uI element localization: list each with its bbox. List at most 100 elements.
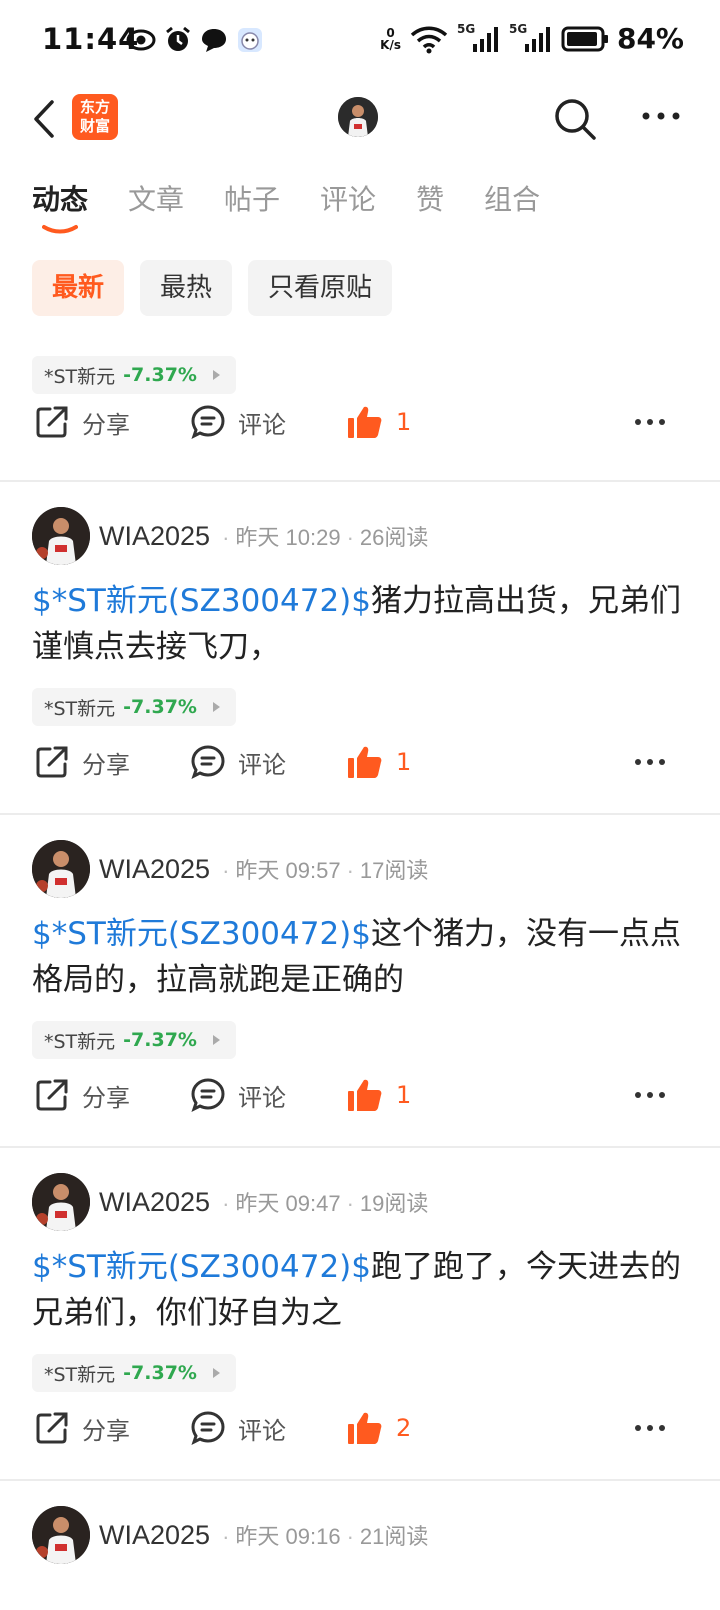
avatar[interactable] <box>32 1506 90 1564</box>
post-card[interactable]: WIA2025 · 昨天 09:16 · 21阅读 <box>0 1481 720 1610</box>
like-button[interactable]: 1 <box>346 1077 411 1113</box>
expand-arrow-icon <box>212 702 220 712</box>
app-notification-icon <box>238 28 262 52</box>
status-system-icons: 0 K/s 5G 5G 84% <box>380 22 684 56</box>
filter-original-only[interactable]: 只看原贴 <box>248 260 393 316</box>
post-more-button[interactable] <box>632 744 668 780</box>
stock-change: -7.37% <box>123 1029 197 1051</box>
like-count: 1 <box>396 1081 412 1109</box>
avatar[interactable] <box>32 1173 90 1231</box>
share-icon <box>36 406 68 438</box>
read-count: 17阅读 <box>359 858 429 883</box>
share-button[interactable]: 分享 <box>34 404 130 440</box>
post-header: WIA2025 · 昨天 09:57 · 17阅读 <box>32 839 428 899</box>
share-button[interactable]: 分享 <box>34 1077 130 1113</box>
network-speed-value: 0 <box>386 25 395 40</box>
read-count: 21阅读 <box>359 1524 429 1549</box>
post-card[interactable]: WIA2025 · 昨天 10:29 · 26阅读 $*ST新元(SZ300472)$… <box>0 482 720 815</box>
back-button[interactable] <box>28 96 64 142</box>
share-label: 分享 <box>82 410 130 439</box>
post-card[interactable]: WIA2025 · 昨天 09:47 · 19阅读 $*ST新元(SZ300472)$… <box>0 1148 720 1481</box>
like-count: 1 <box>396 748 412 776</box>
user-avatar-icon <box>32 840 90 898</box>
username[interactable]: WIA2025 <box>99 854 210 885</box>
more-dots-icon <box>635 1092 665 1098</box>
comment-label: 评论 <box>238 1083 286 1112</box>
more-dots-icon <box>635 759 665 765</box>
read-count: 19阅读 <box>359 1191 429 1216</box>
more-options-button[interactable] <box>640 100 684 140</box>
comment-label: 评论 <box>238 750 286 779</box>
tab-posts[interactable]: 帖子 <box>224 178 280 218</box>
battery-percent: 84% <box>616 22 684 55</box>
top-nav-bar: 东方 财富 <box>0 84 720 164</box>
comment-button[interactable]: 评论 <box>190 404 286 440</box>
comment-icon <box>191 405 225 439</box>
username[interactable]: WIA2025 <box>99 521 210 552</box>
post-body[interactable]: $*ST新元(SZ300472)$猪力拉高出货，兄弟们谨慎点去接飞刀， <box>32 578 688 670</box>
share-button[interactable]: 分享 <box>34 1410 130 1446</box>
thumbs-up-icon <box>348 1079 382 1111</box>
tab-portfolio[interactable]: 组合 <box>484 178 540 218</box>
tab-dynamics[interactable]: 动态 <box>32 178 88 234</box>
comment-icon <box>191 1411 225 1445</box>
share-label: 分享 <box>82 750 130 779</box>
share-label: 分享 <box>82 1416 130 1445</box>
stock-link[interactable]: $*ST新元(SZ300472)$ <box>32 1249 371 1285</box>
post-body[interactable]: $*ST新元(SZ300472)$跑了跑了，今天进去的兄弟们，你们好自为之 <box>32 1244 688 1336</box>
stock-name: *ST新元 <box>44 1030 116 1053</box>
expand-arrow-icon <box>212 1368 220 1378</box>
search-button[interactable] <box>552 96 598 142</box>
back-arrow-icon <box>34 100 54 138</box>
comment-button[interactable]: 评论 <box>190 1410 286 1446</box>
like-button[interactable]: 1 <box>346 404 411 440</box>
profile-avatar[interactable] <box>338 97 378 137</box>
stock-change: -7.37% <box>123 696 197 718</box>
active-tab-indicator <box>42 225 78 234</box>
stock-tag[interactable]: *ST新元 -7.37% <box>32 356 236 394</box>
comment-button[interactable]: 评论 <box>190 744 286 780</box>
stock-name: *ST新元 <box>44 365 116 388</box>
post-more-button[interactable] <box>632 1410 668 1446</box>
chat-bubble-icon <box>202 29 226 52</box>
stock-change: -7.37% <box>123 1362 197 1384</box>
like-button[interactable]: 2 <box>346 1410 411 1446</box>
avatar[interactable] <box>32 507 90 565</box>
username[interactable]: WIA2025 <box>99 1520 210 1551</box>
tab-articles[interactable]: 文章 <box>128 178 184 218</box>
filter-hottest[interactable]: 最热 <box>140 260 233 316</box>
post-actions: 分享 评论 1 <box>0 404 720 454</box>
stock-link[interactable]: $*ST新元(SZ300472)$ <box>32 916 371 952</box>
battery-icon <box>561 26 608 51</box>
post-card[interactable]: *ST新元 -7.37% 分享 评论 1 <box>0 322 720 482</box>
stock-tag[interactable]: *ST新元 -7.37% <box>32 688 236 726</box>
avatar[interactable] <box>32 840 90 898</box>
share-button[interactable]: 分享 <box>34 744 130 780</box>
share-icon <box>36 746 68 778</box>
stock-tag[interactable]: *ST新元 -7.37% <box>32 1354 236 1392</box>
tab-likes[interactable]: 赞 <box>416 178 444 218</box>
tab-label: 帖子 <box>224 183 281 216</box>
alarm-icon <box>166 26 190 51</box>
tab-comments[interactable]: 评论 <box>320 178 376 218</box>
post-body[interactable]: $*ST新元(SZ300472)$这个猪力，没有一点点格局的，拉高就跑是正确的 <box>32 911 688 1003</box>
status-bar: 11:44 0 K/s 5G 5G 84% <box>0 0 720 84</box>
stock-tag[interactable]: *ST新元 -7.37% <box>32 1021 236 1059</box>
eye-icon <box>126 29 156 51</box>
post-time: 昨天 09:16 <box>235 1524 341 1549</box>
comment-button[interactable]: 评论 <box>190 1077 286 1113</box>
username[interactable]: WIA2025 <box>99 1187 210 1218</box>
like-button[interactable]: 1 <box>346 744 411 780</box>
post-more-button[interactable] <box>632 1077 668 1113</box>
post-header: WIA2025 · 昨天 09:47 · 19阅读 <box>32 1172 428 1232</box>
post-meta: · 昨天 10:29 · 26阅读 <box>222 525 429 550</box>
post-card[interactable]: WIA2025 · 昨天 09:57 · 17阅读 $*ST新元(SZ300472)$… <box>0 815 720 1148</box>
stock-link[interactable]: $*ST新元(SZ300472)$ <box>32 583 371 619</box>
filter-latest[interactable]: 最新 <box>32 260 125 316</box>
network-speed-unit: K/s <box>380 37 401 52</box>
tab-label: 文章 <box>128 183 185 216</box>
post-more-button[interactable] <box>632 404 668 440</box>
thumbs-up-icon <box>348 746 382 778</box>
post-feed: *ST新元 -7.37% 分享 评论 1 WIA2025 · 昨天 10:29 … <box>0 322 720 1610</box>
read-count: 26阅读 <box>359 525 429 550</box>
